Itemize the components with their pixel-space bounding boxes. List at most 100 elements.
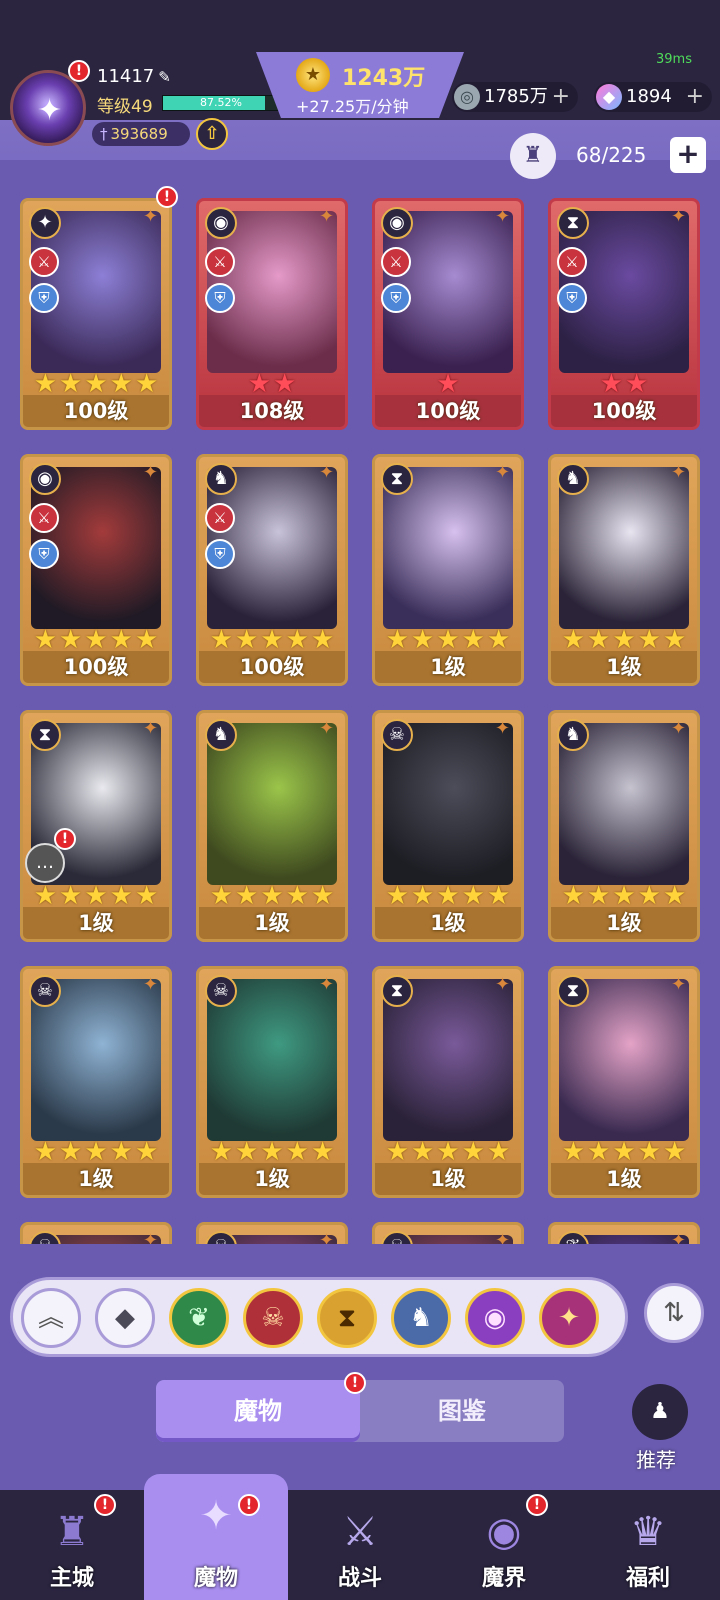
monster-card[interactable]: ✦ ◉ ⚔ ⛨ ★ ★ ★ ★ ★ 100级 [20,454,172,686]
star-icon: ★ [461,1137,485,1167]
monster-card[interactable]: ✦ ⧗ ★ ★ ★ ★ ★ 1级 [372,966,524,1198]
nav-item[interactable]: ◉ 魔界! [432,1490,576,1600]
monster-card[interactable]: ✦ ⧗… ★ ★ ★ ★ ★ 1级 [20,710,172,942]
card-corner-ornament-icon: ✦ [495,206,511,227]
combat-power-value: 393689 [110,125,168,143]
faction-icon: ♞ [557,719,589,751]
star-icon: ★ [134,881,159,911]
expand-capacity-button[interactable]: + [670,137,706,173]
attack-bonus-icon: ⚔ [381,247,411,277]
tab-codex[interactable]: 图鉴 [360,1380,564,1442]
card-corner-ornament-icon: ✦ [143,1230,159,1245]
filter-beast-button[interactable]: ♞ [391,1288,451,1348]
gem-currency[interactable]: ◆ 1894 + [594,82,712,112]
avatar-alert-badge: ! [68,60,90,82]
star-icon: ★ [637,881,661,911]
star-icon: ★ [587,625,611,655]
star-rating: ★ ★ ★ ★ ★ [203,1137,341,1167]
filter-time-button[interactable]: ⧗ [317,1288,377,1348]
monster-level: 1级 [551,907,697,939]
sword-icon: † [100,125,108,143]
recommend-icon[interactable]: ♟ [632,1384,688,1440]
star-icon: ★ [84,625,108,655]
filter-nature-button[interactable]: ❦ [169,1288,229,1348]
monster-card[interactable]: ✦ ◉ ⚔ ⛨ ★ 100级 [372,198,524,430]
monster-card-grid[interactable]: ✦ ✦ ⚔ ⛨ ★ ★ ★ ★ ★ 100级 ✦ ◉ ⚔ ⛨ ★ ★ 108级 ✦ ◉ ⚔ ⛨ ★ 100级 ✦ ⧗ ⚔ ⛨ ★ ★ 10… [0,190,720,1244]
attack-bonus-icon: ⚔ [557,247,587,277]
nav-label: 主城 [49,1566,94,1591]
monster-card[interactable]: ✦ ⧗ ★ ★ ★ ★ ★ 1级 [372,454,524,686]
star-icon: ★ [612,625,636,655]
attack-bonus-icon: ⚔ [29,503,59,533]
card-corner-ornament-icon: ✦ [495,462,511,483]
defense-bonus-icon: ⛨ [381,283,411,313]
star-icon: ★ [109,1137,133,1167]
star-rating: ★ ★ [555,369,693,399]
recommend-label[interactable]: 推荐 [636,1444,676,1473]
collapse-filter-button[interactable]: ︽ [21,1288,81,1348]
star-rating: ★ ★ [203,369,341,399]
monster-level: 100级 [23,395,169,427]
add-silver-button[interactable]: + [552,82,570,112]
tab-monsters[interactable]: 魔物 [156,1380,360,1442]
nav-item[interactable]: ♜ 主城! [0,1490,144,1600]
nav-item[interactable]: ✦ 魔物! [144,1474,288,1600]
filter-eye-button[interactable]: ◉ [465,1288,525,1348]
roster-capacity-icon: ♜ [510,133,556,179]
player-level: 等级49 [97,97,153,117]
star-icon: ★ [411,1137,435,1167]
monster-card[interactable]: ✦ ♞ ★ ★ ★ ★ ★ 1级 [548,454,700,686]
filter-all-button[interactable]: ◆ [95,1288,155,1348]
combat-power: † 393689 [92,122,190,146]
defense-bonus-icon: ⛨ [29,539,59,569]
filter-star-button[interactable]: ✦ [539,1288,599,1348]
player-uid[interactable]: 11417 ✎ [97,66,171,87]
star-icon: ★ [84,1137,108,1167]
monster-card[interactable]: ✦ ☠ ★ ★ ★ ★ ★ 1级 [20,966,172,1198]
card-corner-ornament-icon: ✦ [143,974,159,995]
star-icon: ★ [59,1137,83,1167]
star-icon: ★ [209,625,234,655]
monster-card[interactable]: ✦ ♞ ★ ★ ★ ★ ★ 1级 [196,710,348,942]
monster-card[interactable]: ✦ ☠ ★ ★ ★ ★ ★ 1级 [196,966,348,1198]
monster-card[interactable]: ✦☠ [372,1222,524,1244]
monster-card[interactable]: ✦ ♞ ★ ★ ★ ★ ★ 1级 [548,710,700,942]
star-icon: ★ [662,1137,687,1167]
gold-coin-icon: ★ [296,58,330,92]
silver-currency[interactable]: ◎ 1785万 + [452,82,578,112]
nav-item[interactable]: ♛ 福利 [576,1490,720,1600]
nav-label: 战斗 [337,1566,382,1591]
star-rating: ★ ★ ★ ★ ★ [203,881,341,911]
monster-card[interactable]: ✦ ☠ ★ ★ ★ ★ ★ 1级 [372,710,524,942]
power-upgrade-button[interactable]: ⇧ [196,118,228,150]
add-gem-button[interactable]: + [686,82,704,112]
star-icon: ★ [59,625,83,655]
card-corner-ornament-icon: ✦ [143,718,159,739]
monster-level: 1级 [375,651,521,683]
card-corner-ornament-icon: ✦ [319,206,335,227]
monster-card[interactable]: ✦ ⧗ ⚔ ⛨ ★ ★ 100级 [548,198,700,430]
filter-demon-button[interactable]: ☠ [243,1288,303,1348]
monster-card[interactable]: ✦ ✦ ⚔ ⛨ ★ ★ ★ ★ ★ 100级 [20,198,172,430]
star-icon: ★ [247,369,271,399]
nav-icon: ♛ [630,1509,666,1555]
monster-card[interactable]: ✦❦ [548,1222,700,1244]
gold-amount: 1243万 [342,66,426,91]
star-icon: ★ [612,1137,636,1167]
attack-bonus-icon: ⚔ [205,247,235,277]
monster-level: 1级 [199,1163,345,1195]
chat-bubble-icon[interactable]: … [25,843,65,883]
edit-name-icon[interactable]: ✎ [158,68,171,86]
star-icon: ★ [109,369,133,399]
monster-card[interactable]: ✦ ♞ ⚔ ⛨ ★ ★ ★ ★ ★ 100级 [196,454,348,686]
monster-card[interactable]: ✦☠ [196,1222,348,1244]
monster-level: 108级 [199,395,345,427]
star-rating: ★ ★ ★ ★ ★ [379,625,517,655]
nav-item[interactable]: ⚔ 战斗 [288,1490,432,1600]
attack-bonus-icon: ⚔ [29,247,59,277]
star-icon: ★ [134,369,159,399]
monster-card[interactable]: ✦☠ [20,1222,172,1244]
monster-card[interactable]: ✦ ⧗ ★ ★ ★ ★ ★ 1级 [548,966,700,1198]
sort-button[interactable]: ⇅ [644,1283,704,1343]
monster-card[interactable]: ✦ ◉ ⚔ ⛨ ★ ★ 108级 [196,198,348,430]
